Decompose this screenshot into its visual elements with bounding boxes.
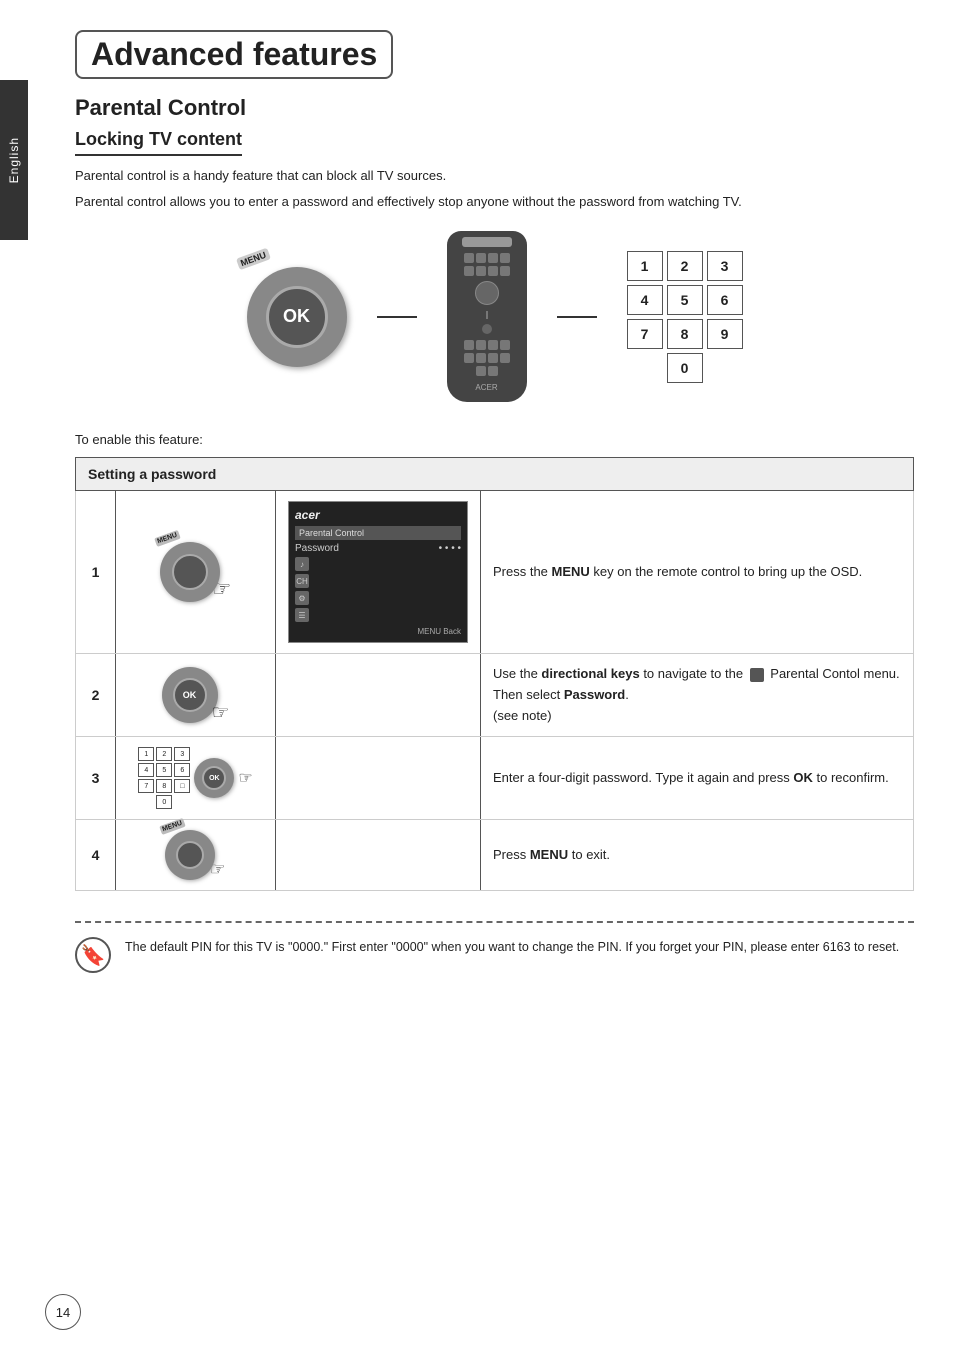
step-image-1: MENU ☞: [116, 491, 276, 654]
key-6: 6: [707, 285, 743, 315]
menu-exit-icon: MENU ☞: [128, 830, 263, 880]
number-pad: 1 2 3 4 5 6 7 8 9 0: [627, 251, 743, 383]
step-empty-4: [276, 820, 481, 891]
key-5: 5: [667, 285, 703, 315]
page-title: Advanced features: [75, 30, 393, 79]
step-desc-3: Enter a four-digit password. Type it aga…: [481, 737, 914, 820]
menu-hand-icon: MENU ☞: [128, 542, 263, 602]
connector-line2: [557, 316, 597, 318]
ok-hand-press-icon: ☞: [212, 700, 230, 725]
step-desc-4: Press MENU to exit.: [481, 820, 914, 891]
note-text: The default PIN for this TV is "0000." F…: [125, 937, 899, 957]
osd-menu-title: Parental Control: [295, 526, 461, 540]
step-image-3: 123 456 78□ 0: [116, 737, 276, 820]
step-image-2: OK ☞: [116, 654, 276, 737]
key-0: 0: [667, 353, 703, 383]
step-number-3: 3: [76, 737, 116, 820]
connector-line: [377, 316, 417, 318]
osd-field-label: Password: [295, 543, 339, 554]
description-para1: Parental control is a handy feature that…: [75, 166, 914, 186]
step-number-2: 2: [76, 654, 116, 737]
key-1: 1: [627, 251, 663, 281]
numpad-ok-combo: 123 456 78□ 0: [128, 747, 263, 809]
language-label: English: [7, 137, 21, 183]
table-row: 1 MENU ☞: [76, 491, 914, 654]
ok-label: OK: [266, 286, 328, 348]
note-section: 🔖 The default PIN for this TV is "0000."…: [75, 921, 914, 973]
step-image-4: MENU ☞: [116, 820, 276, 891]
remote-control: ACER: [447, 231, 527, 402]
remote-diagram: MENU OK: [75, 231, 914, 402]
step-desc-1: Press the MENU key on the remote control…: [481, 491, 914, 654]
key-9: 9: [707, 319, 743, 349]
table-row: 2 OK ☞ Use the directional keys to navig…: [76, 654, 914, 737]
language-tab: English: [0, 80, 28, 240]
note-icon: 🔖: [75, 937, 111, 973]
ok-hand-icon: OK ☞: [128, 667, 263, 723]
section-heading: Parental Control: [75, 95, 914, 121]
mini-numpad: 123 456 78□ 0: [138, 747, 190, 809]
osd-footer: MENU Back: [295, 627, 461, 636]
key-7: 7: [627, 319, 663, 349]
step-empty-3: [276, 737, 481, 820]
parental-icon: [750, 668, 764, 682]
osd-acer-brand: acer: [295, 508, 320, 522]
table-header: Setting a password: [76, 458, 914, 491]
step-empty-2: [276, 654, 481, 737]
subsection-heading: Locking TV content: [75, 129, 242, 156]
step-number-4: 4: [76, 820, 116, 891]
osd-screenshot: acer Parental Control Password • • • • ♪…: [288, 501, 468, 643]
step-osd-1: acer Parental Control Password • • • • ♪…: [276, 491, 481, 654]
table-row: 3 123 456 78□: [76, 737, 914, 820]
key-8: 8: [667, 319, 703, 349]
key-4: 4: [627, 285, 663, 315]
menu-label: MENU: [235, 247, 270, 269]
step-number-1: 1: [76, 491, 116, 654]
enable-feature-text: To enable this feature:: [75, 432, 914, 447]
page-number: 14: [45, 1294, 81, 1330]
description-para2: Parental control allows you to enter a p…: [75, 192, 914, 212]
osd-field-value: • • • •: [439, 543, 461, 554]
steps-table: Setting a password 1 MENU ☞: [75, 457, 914, 891]
table-row: 4 MENU ☞ Press MENU to exit.: [76, 820, 914, 891]
key-2: 2: [667, 251, 703, 281]
key-3: 3: [707, 251, 743, 281]
ok-button-diagram: MENU OK: [247, 267, 347, 367]
step-desc-2: Use the directional keys to navigate to …: [481, 654, 914, 737]
